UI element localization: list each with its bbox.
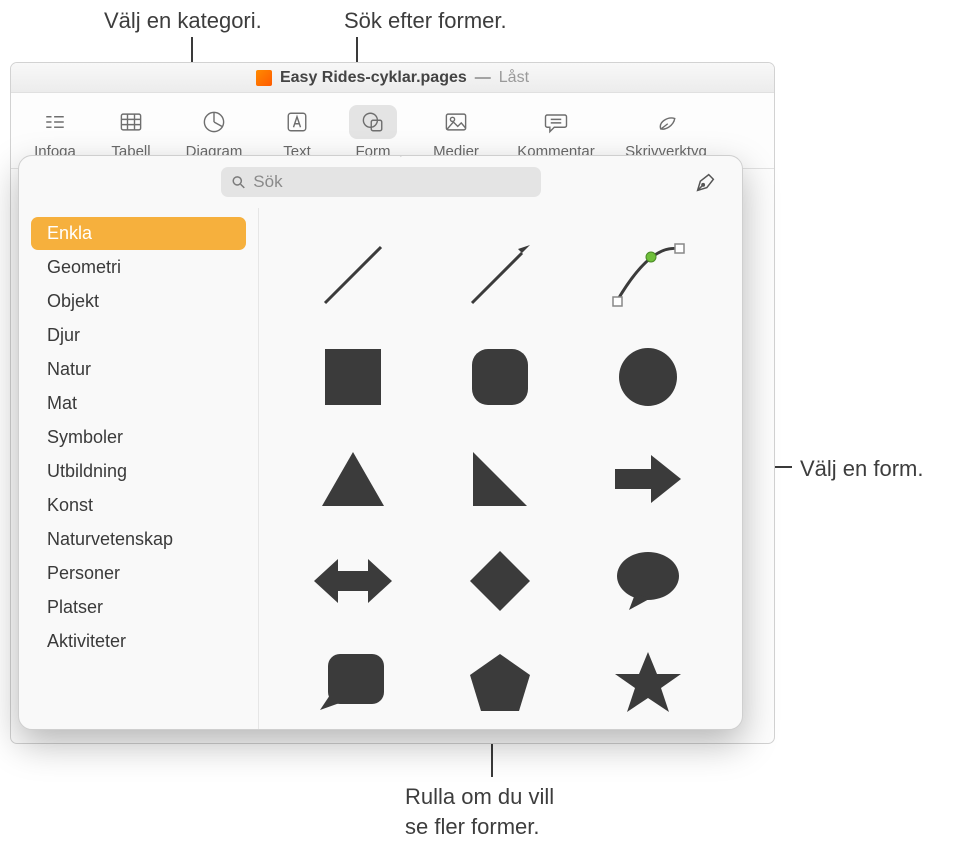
shape-arrow-line[interactable] xyxy=(440,228,560,322)
shape-triangle[interactable] xyxy=(293,432,413,526)
category-item-djur[interactable]: Djur xyxy=(31,319,246,352)
category-item-utbildning[interactable]: Utbildning xyxy=(31,455,246,488)
draw-with-pen-button[interactable] xyxy=(690,168,720,198)
category-item-naturvetenskap[interactable]: Naturvetenskap xyxy=(31,523,246,556)
media-icon xyxy=(441,108,471,136)
toolbar-media[interactable]: Medier xyxy=(411,101,501,160)
category-item-objekt[interactable]: Objekt xyxy=(31,285,246,318)
toolbar-table[interactable]: Tabell xyxy=(93,101,169,160)
category-item-enkla[interactable]: Enkla xyxy=(31,217,246,250)
category-item-geometri[interactable]: Geometri xyxy=(31,251,246,284)
category-list: Enkla Geometri Objekt Djur Natur Mat Sym… xyxy=(19,208,259,729)
shapes-popover: Enkla Geometri Objekt Djur Natur Mat Sym… xyxy=(18,155,743,730)
shape-speech-bubble[interactable] xyxy=(588,534,708,628)
title-separator: — xyxy=(475,69,491,87)
text-icon xyxy=(282,108,312,136)
window-titlebar: Easy Rides-cyklar.pages — Låst xyxy=(11,63,774,93)
document-icon xyxy=(256,70,272,86)
category-item-personer[interactable]: Personer xyxy=(31,557,246,590)
callout-category: Välj en kategori. xyxy=(104,6,262,36)
category-item-symboler[interactable]: Symboler xyxy=(31,421,246,454)
callout-select-shape: Välj en form. xyxy=(800,454,924,484)
shape-icon xyxy=(358,108,388,136)
shapes-search[interactable] xyxy=(221,167,541,197)
category-item-natur[interactable]: Natur xyxy=(31,353,246,386)
shape-circle[interactable] xyxy=(588,330,708,424)
shape-arrow-right[interactable] xyxy=(588,432,708,526)
toolbar-author[interactable]: Skrivverktyg xyxy=(611,101,721,160)
shape-diamond[interactable] xyxy=(440,534,560,628)
shape-callout-box[interactable] xyxy=(293,636,413,730)
toolbar-shape[interactable]: Form xyxy=(335,101,411,160)
category-item-platser[interactable]: Platser xyxy=(31,591,246,624)
comment-icon xyxy=(541,108,571,136)
toolbar-text[interactable]: Text xyxy=(259,101,335,160)
shape-rounded-square[interactable] xyxy=(440,330,560,424)
shape-pentagon[interactable] xyxy=(440,636,560,730)
shape-right-triangle[interactable] xyxy=(440,432,560,526)
shape-curve[interactable] xyxy=(588,228,708,322)
callout-search: Sök efter former. xyxy=(344,6,507,36)
category-item-mat[interactable]: Mat xyxy=(31,387,246,420)
insert-icon xyxy=(40,108,70,136)
document-status: Låst xyxy=(499,69,529,87)
table-icon xyxy=(116,108,146,136)
shape-line[interactable] xyxy=(293,228,413,322)
document-title: Easy Rides-cyklar.pages xyxy=(280,69,467,87)
shape-square[interactable] xyxy=(293,330,413,424)
toolbar-insert[interactable]: Infoga xyxy=(17,101,93,160)
callout-scroll: Rulla om du vill se fler former. xyxy=(405,782,554,841)
shape-star[interactable] xyxy=(588,636,708,730)
author-tools-icon xyxy=(651,108,681,136)
shapes-search-input[interactable] xyxy=(253,172,530,192)
shape-double-arrow[interactable] xyxy=(293,534,413,628)
category-item-aktiviteter[interactable]: Aktiviteter xyxy=(31,625,246,658)
pen-icon xyxy=(692,170,718,196)
toolbar-comment[interactable]: Kommentar xyxy=(501,101,611,160)
shapes-grid xyxy=(259,208,742,729)
chart-icon xyxy=(199,108,229,136)
category-item-konst[interactable]: Konst xyxy=(31,489,246,522)
popover-header xyxy=(19,156,742,208)
toolbar-chart[interactable]: Diagram xyxy=(169,101,259,160)
search-icon xyxy=(231,174,246,190)
